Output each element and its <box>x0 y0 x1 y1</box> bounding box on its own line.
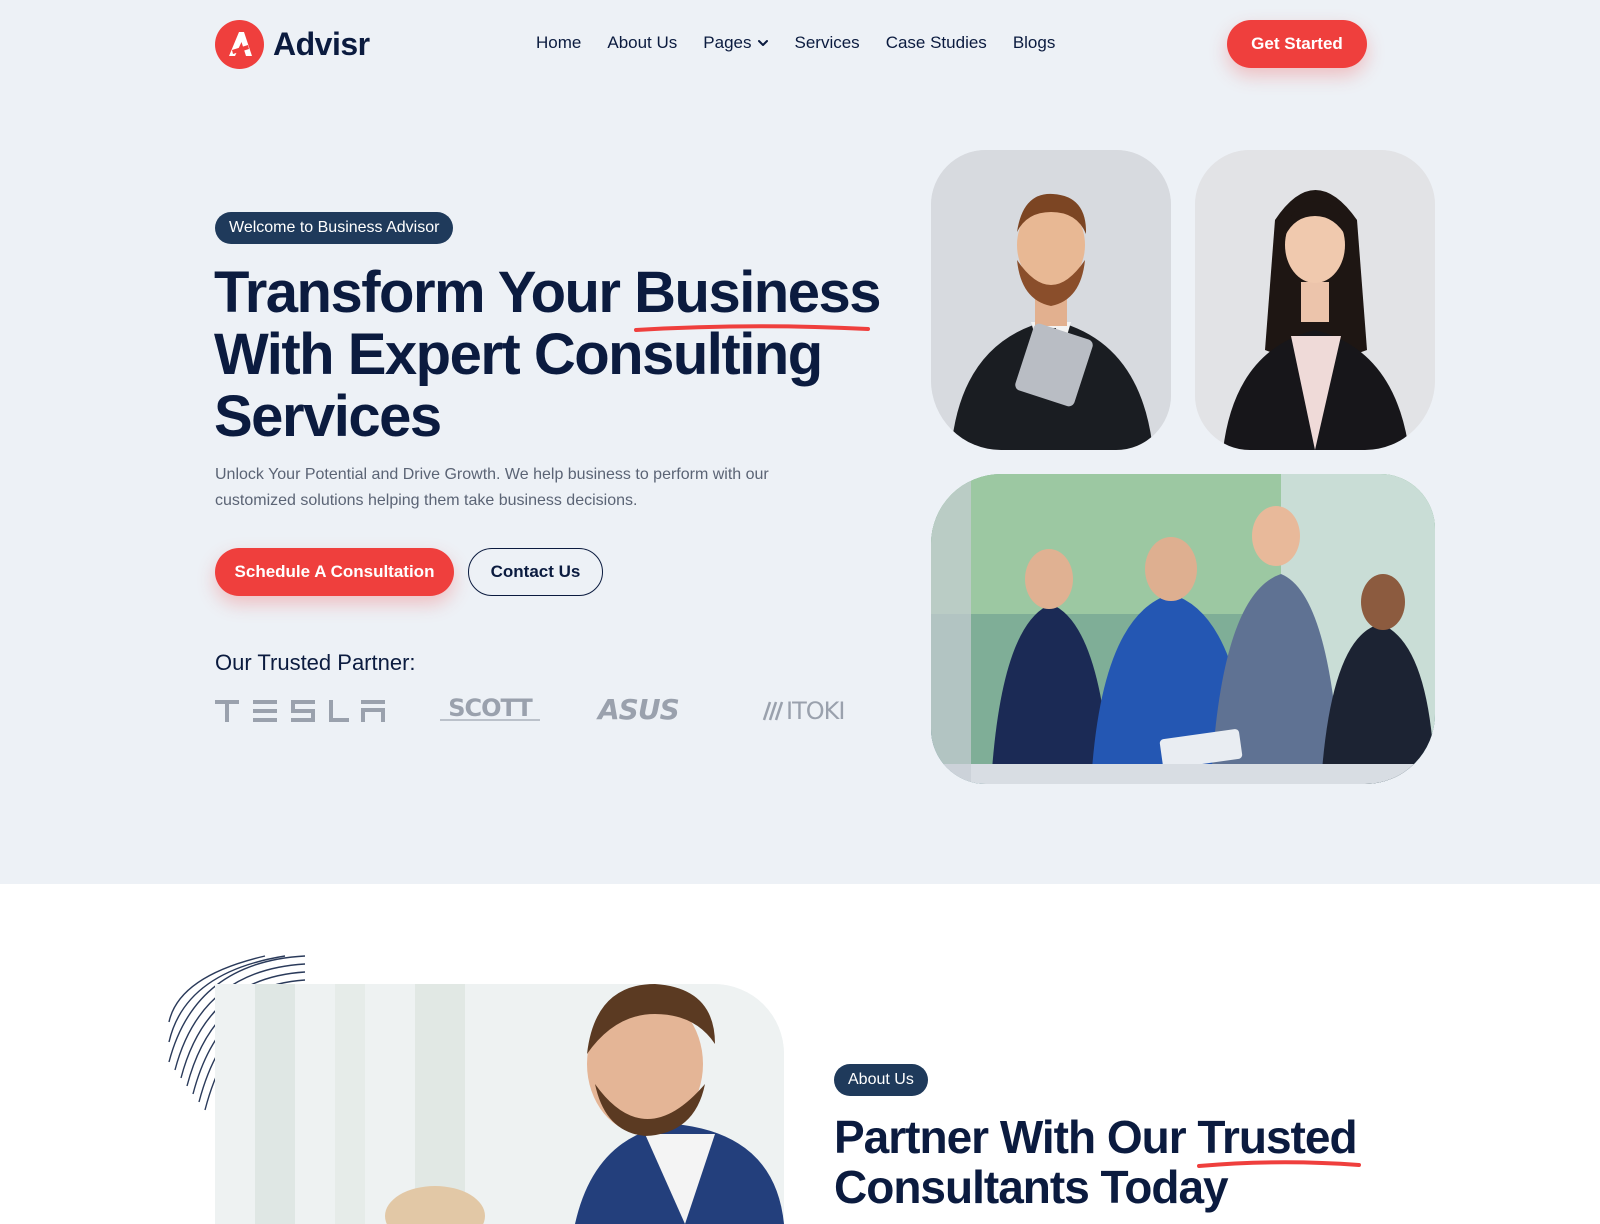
hero-title-highlight-text: Business <box>634 260 881 325</box>
partner-logo-itoki: ITOKI <box>762 697 845 725</box>
underline-swoosh-icon <box>1197 1160 1362 1168</box>
nav-item-about-us[interactable]: About Us <box>607 33 677 53</box>
nav-item-pages[interactable]: Pages <box>703 33 768 53</box>
nav-item-services[interactable]: Services <box>795 33 860 53</box>
welcome-badge: Welcome to Business Advisor <box>215 212 454 244</box>
nav-item-label: Case Studies <box>885 33 987 52</box>
nav-item-label: About Us <box>607 33 678 52</box>
hero-section: Advisr Home About Us Pages Services Case… <box>0 0 1600 884</box>
main-nav: Home About Us Pages Services Case Studie… <box>536 33 1081 53</box>
get-started-button[interactable]: Get Started <box>1227 20 1367 68</box>
nav-item-blogs[interactable]: Blogs <box>1013 33 1056 53</box>
partner-logo-tesla <box>215 700 385 722</box>
about-title-part1: Partner With Our <box>834 1111 1198 1163</box>
consultant-woman-photo <box>1195 150 1435 450</box>
nav-item-label: Home <box>536 33 582 52</box>
schedule-consultation-button[interactable]: Schedule A Consultation <box>215 548 454 596</box>
nav-item-label: Blogs <box>1012 33 1056 52</box>
chevron-down-icon <box>757 40 768 46</box>
partners-title: Our Trusted Partner: <box>215 650 416 675</box>
svg-text:SCOTT: SCOTT <box>448 694 533 722</box>
about-title: Partner With Our Trusted Consultants Tod… <box>834 1112 1434 1212</box>
underline-swoosh-icon <box>634 324 871 332</box>
svg-text:ASUS: ASUS <box>596 694 679 726</box>
hero-title: Transform Your Business With Expert Cons… <box>214 262 914 448</box>
hero-description: Unlock Your Potential and Drive Growth. … <box>215 466 769 509</box>
about-us-badge: About Us <box>834 1064 928 1096</box>
brand-logo[interactable]: Advisr <box>215 20 370 69</box>
partner-logo-scott: SCOTT <box>440 694 540 722</box>
brand-name: Advisr <box>273 26 370 62</box>
nav-item-label: Services <box>794 33 860 52</box>
hero-title-part1: Transform Your <box>214 260 635 325</box>
hero-title-part2: With Expert Consulting Services <box>214 322 823 449</box>
consultant-man-photo <box>931 150 1171 450</box>
nav-item-label: Pages <box>703 33 752 52</box>
contact-us-button[interactable]: Contact Us <box>468 548 603 596</box>
team-meeting-photo <box>931 474 1435 784</box>
nav-item-home[interactable]: Home <box>536 33 581 53</box>
about-title-part2: Consultants Today <box>834 1161 1229 1213</box>
consultant-working-photo <box>215 984 784 1224</box>
about-title-highlight-text: Trusted <box>1197 1111 1357 1163</box>
logo-mark-icon <box>215 20 264 69</box>
nav-item-case-studies[interactable]: Case Studies <box>886 33 987 53</box>
partner-logo-asus: ASUS <box>596 694 680 726</box>
about-title-highlight: Trusted <box>1197 1111 1362 1168</box>
hero-title-highlight: Business <box>634 260 882 332</box>
svg-text:ITOKI: ITOKI <box>786 697 844 725</box>
